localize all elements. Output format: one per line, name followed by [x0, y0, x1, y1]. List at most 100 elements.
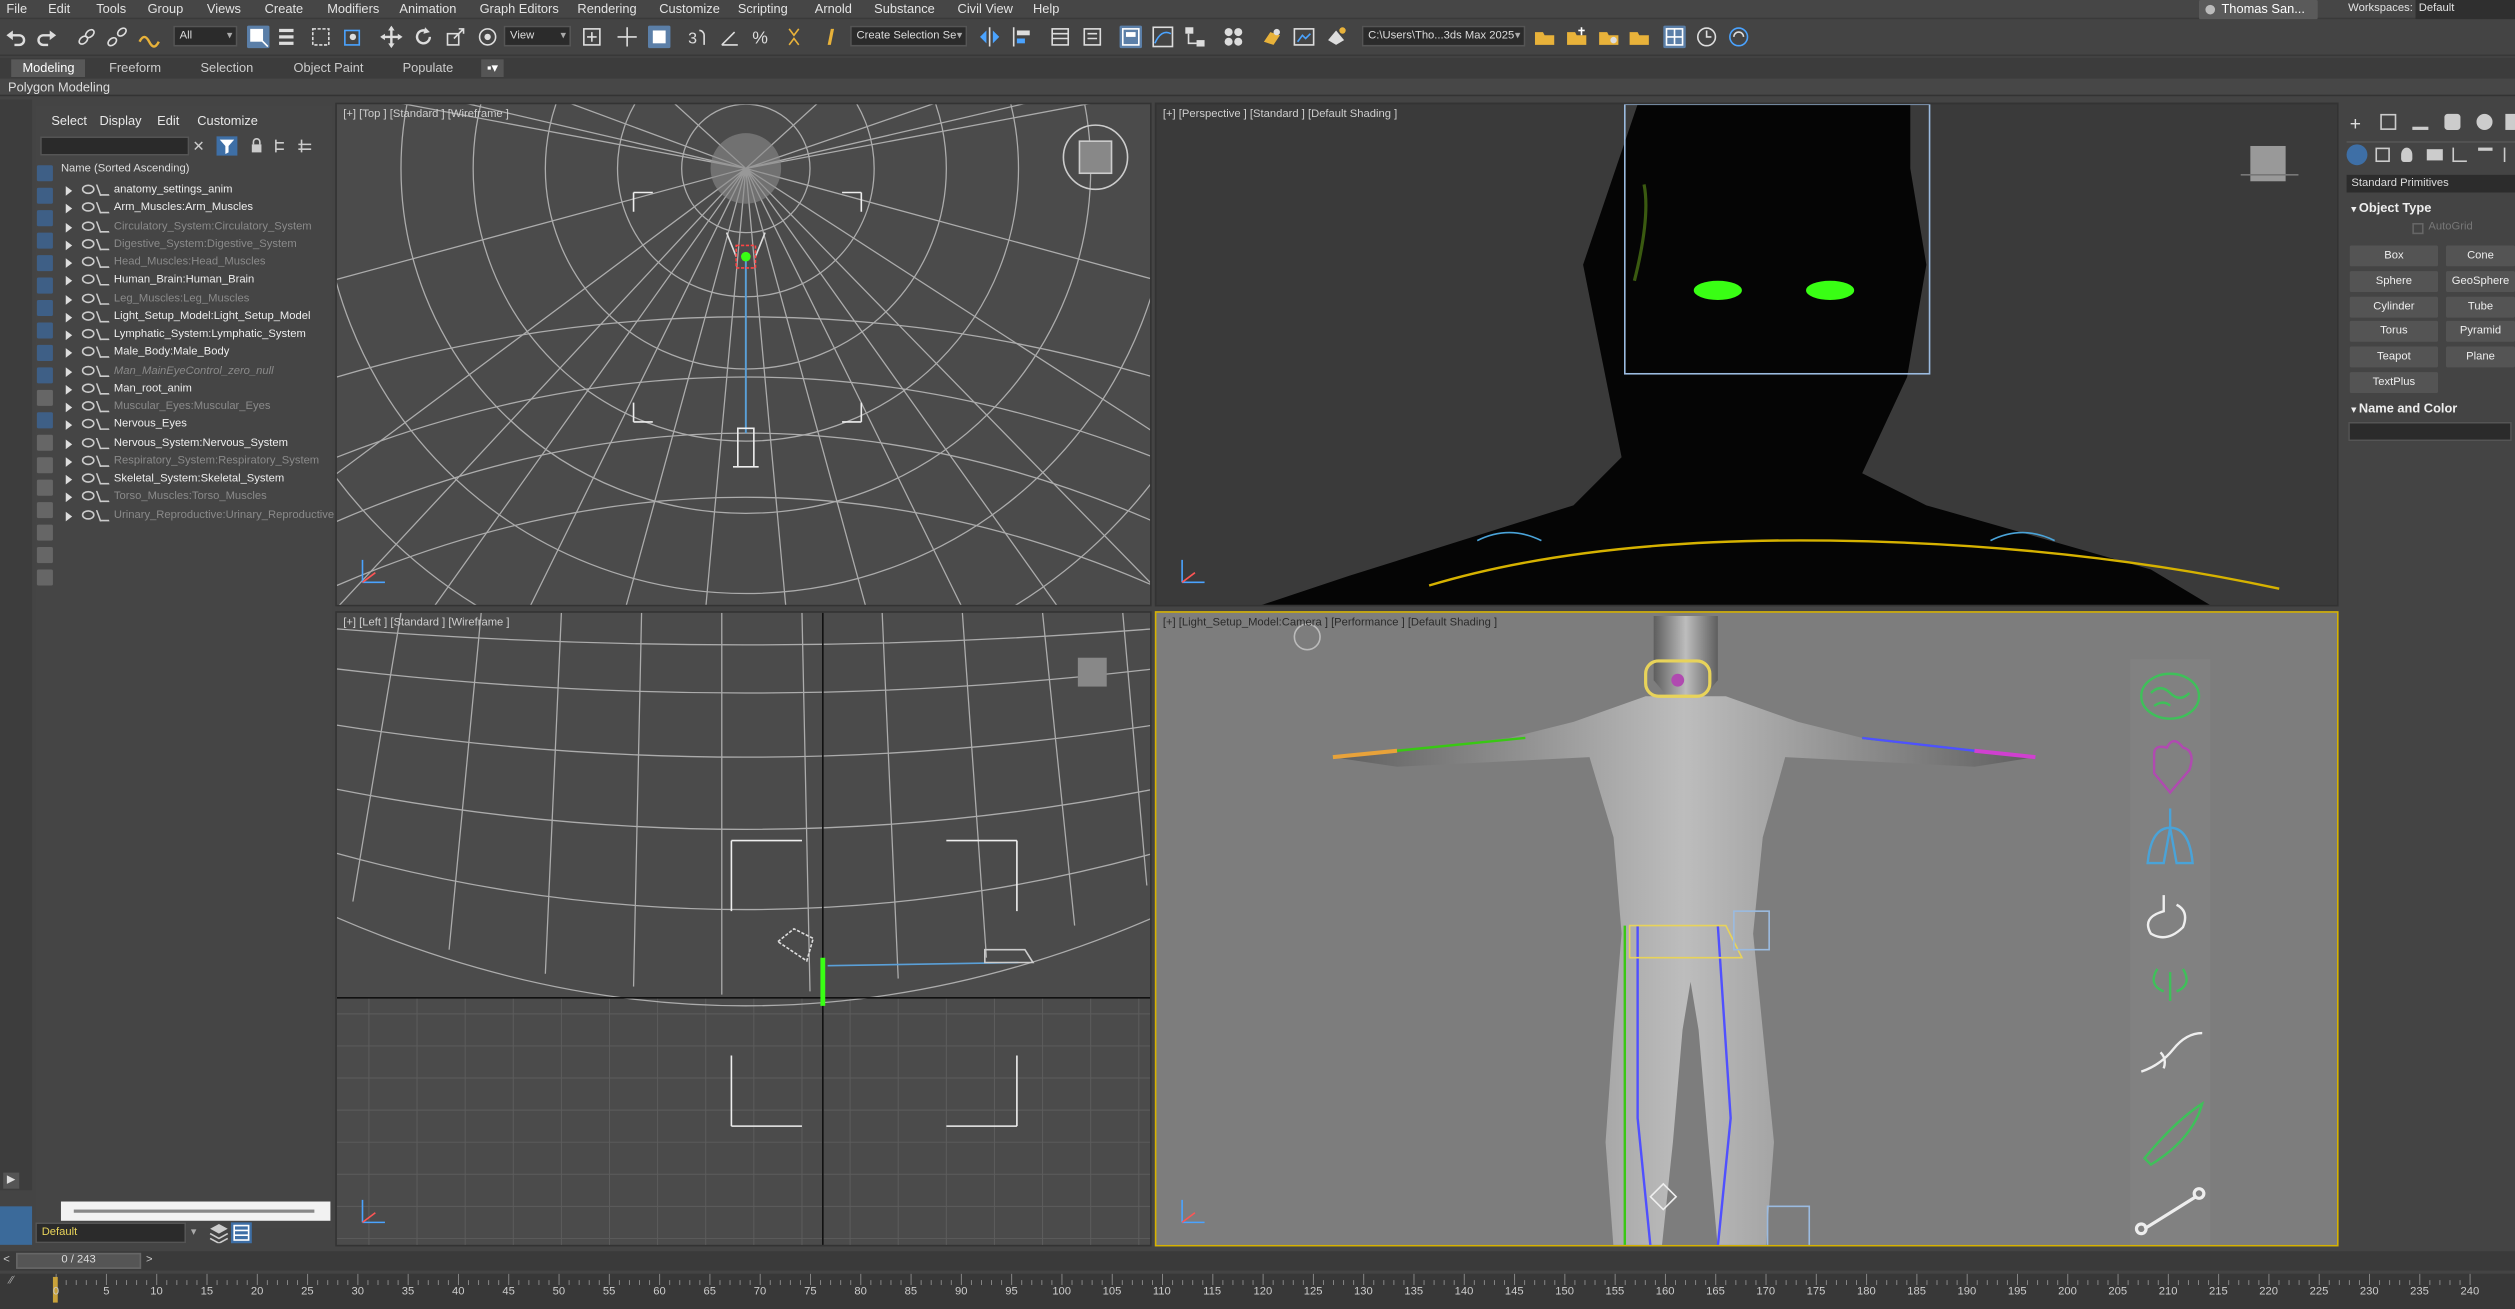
scene-row[interactable]: Muscular_Eyes:Muscular_Eyes	[61, 398, 330, 416]
render-setup-icon[interactable]	[1261, 26, 1283, 48]
cylinder-button[interactable]: Cylinder	[2349, 296, 2439, 318]
menu-customize[interactable]: Customize	[659, 0, 720, 19]
redo-icon[interactable]	[35, 26, 57, 48]
shapes-category-icon[interactable]	[2375, 147, 2390, 163]
expand-triangle-icon[interactable]	[65, 240, 73, 250]
display-frozen-icon[interactable]	[36, 389, 53, 406]
display-lights-icon[interactable]	[36, 210, 53, 227]
rendered-frame-window-icon[interactable]	[1293, 26, 1315, 48]
reference-coordinate-select[interactable]: View	[503, 25, 572, 47]
autogrid-checkbox[interactable]	[2412, 222, 2424, 235]
expand-triangle-icon[interactable]	[65, 258, 73, 268]
spacewarps-category-icon[interactable]	[2478, 147, 2493, 162]
expand-triangle-icon[interactable]	[65, 384, 73, 395]
sync-icon[interactable]	[1727, 26, 1749, 48]
display-containers-icon[interactable]	[36, 367, 53, 384]
material-editor-icon[interactable]	[1222, 26, 1244, 48]
ribbon-toggle-icon[interactable]	[1119, 25, 1143, 49]
textplus-button[interactable]: TextPlus	[2349, 372, 2439, 394]
expand-triangle-icon[interactable]	[65, 294, 73, 304]
display-selection-icon[interactable]	[36, 524, 53, 541]
lungs-icon[interactable]	[2130, 807, 2210, 881]
lights-category-icon[interactable]	[2401, 147, 2413, 163]
display-shapes-icon[interactable]	[36, 187, 53, 204]
viewport-left-label[interactable]: [+] [Left ] [Standard ] [Wireframe ]	[343, 618, 509, 629]
expand-triangle-icon[interactable]	[65, 276, 73, 286]
plane-button[interactable]: Plane	[2446, 346, 2515, 368]
visibility-eye-icon[interactable]	[81, 292, 95, 303]
menu-animation[interactable]: Animation	[399, 0, 456, 19]
viewport-top[interactable]: [+] [Top ] [Standard ] [Wireframe ]	[335, 102, 1152, 607]
undo-icon[interactable]	[5, 26, 27, 48]
expand-triangle-icon[interactable]	[65, 366, 73, 377]
hierarchy-tab-icon[interactable]	[2412, 114, 2429, 130]
angle-snap-icon[interactable]	[719, 26, 741, 48]
torus-button[interactable]: Torus	[2349, 320, 2439, 342]
scene-row[interactable]: Urinary_Reproductive:Urinary_Reproductiv…	[61, 506, 334, 524]
link-icon[interactable]	[75, 26, 97, 48]
display-spacewarps-icon[interactable]	[36, 277, 53, 294]
display-invert-icon[interactable]	[36, 479, 53, 496]
expand-triangle-icon[interactable]	[65, 420, 73, 431]
align-icon[interactable]	[1010, 26, 1032, 48]
display-hidden-icon[interactable]	[36, 412, 53, 429]
viewport-left[interactable]: [+] [Left ] [Standard ] [Wireframe ]	[335, 611, 1152, 1247]
ribbon-options-icon[interactable]: ▪▾	[481, 59, 504, 78]
scene-row[interactable]: Circulatory_System:Circulatory_System	[61, 217, 330, 235]
utilities-tab-icon[interactable]	[2505, 113, 2515, 130]
spinner-snap-icon[interactable]	[783, 26, 805, 48]
display-tab-icon[interactable]	[2476, 113, 2493, 130]
scene-row[interactable]: Digestive_System:Digestive_System	[61, 235, 330, 253]
teapot-button[interactable]: Teapot	[2349, 346, 2439, 368]
curve-editor-icon[interactable]	[1152, 26, 1174, 48]
selection-filter-select[interactable]: All	[173, 25, 238, 47]
scene-explorer-toggle-icon[interactable]	[1049, 26, 1071, 48]
menu-edit[interactable]: Edit	[48, 0, 70, 19]
viewport-camera[interactable]: [+] [Light_Setup_Model:Camera ] [Perform…	[1154, 611, 2339, 1247]
layer-explorer-button-icon[interactable]	[230, 1222, 252, 1244]
scene-row[interactable]: Arm_Muscles:Arm_Muscles	[61, 199, 330, 217]
hierarchy-icon[interactable]	[273, 138, 289, 154]
visibility-eye-icon[interactable]	[81, 220, 95, 231]
create-tab-icon[interactable]: +	[2350, 112, 2361, 134]
current-layer-select[interactable]: Default	[35, 1222, 187, 1244]
mirror-icon[interactable]	[978, 26, 1000, 48]
heart-icon[interactable]	[2130, 733, 2210, 807]
visibility-eye-icon[interactable]	[81, 346, 95, 357]
expand-triangle-icon[interactable]	[65, 510, 73, 521]
place-icon[interactable]	[476, 26, 498, 48]
tab-object-paint[interactable]: Object Paint	[294, 59, 364, 77]
expand-triangle-icon[interactable]	[65, 204, 73, 214]
visibility-eye-icon[interactable]	[81, 238, 95, 249]
expand-triangle-icon[interactable]	[65, 456, 73, 467]
sphere-button[interactable]: Sphere	[2349, 271, 2439, 292]
time-config-icon[interactable]	[1695, 26, 1717, 48]
visibility-eye-icon[interactable]	[81, 509, 95, 519]
menu-scripting[interactable]: Scripting	[738, 0, 788, 19]
menu-views[interactable]: Views	[207, 0, 241, 19]
helpers-category-icon[interactable]	[2452, 147, 2467, 163]
pyramid-button[interactable]: Pyramid	[2446, 320, 2515, 342]
project-folder-select[interactable]: C:\Users\Tho...3ds Max 2025	[1361, 25, 1526, 47]
layers-toggle-icon[interactable]	[297, 138, 313, 154]
stomach-icon[interactable]	[2130, 881, 2210, 955]
muscle-icon[interactable]	[2130, 1102, 2210, 1176]
visibility-eye-icon[interactable]	[81, 274, 95, 285]
tab-freeform[interactable]: Freeform	[109, 59, 161, 77]
viewport-top-label[interactable]: [+] [Top ] [Standard ] [Wireframe ]	[343, 109, 509, 120]
scene-row[interactable]: Leg_Muscles:Leg_Muscles	[61, 290, 330, 308]
column-header-name[interactable]: Name (Sorted Ascending)	[61, 164, 190, 175]
visibility-eye-icon[interactable]	[81, 473, 95, 483]
workspace-select[interactable]: Default	[2415, 0, 2515, 20]
visibility-eye-icon[interactable]	[81, 328, 95, 339]
scene-row[interactable]: Skeletal_System:Skeletal_System	[61, 470, 330, 488]
bone-icon[interactable]	[2130, 1176, 2210, 1245]
expand-triangle-icon[interactable]	[65, 348, 73, 359]
layer-dropdown-arrow-icon[interactable]: ▾	[191, 1226, 197, 1238]
select-manipulate-icon[interactable]	[616, 26, 638, 48]
nerve-icon[interactable]	[2130, 1028, 2210, 1102]
keyboard-shortcut-override-icon[interactable]	[647, 25, 671, 49]
visibility-eye-icon[interactable]	[81, 382, 95, 393]
expand-triangle-icon[interactable]	[65, 222, 73, 232]
display-all-icon[interactable]	[36, 434, 53, 451]
